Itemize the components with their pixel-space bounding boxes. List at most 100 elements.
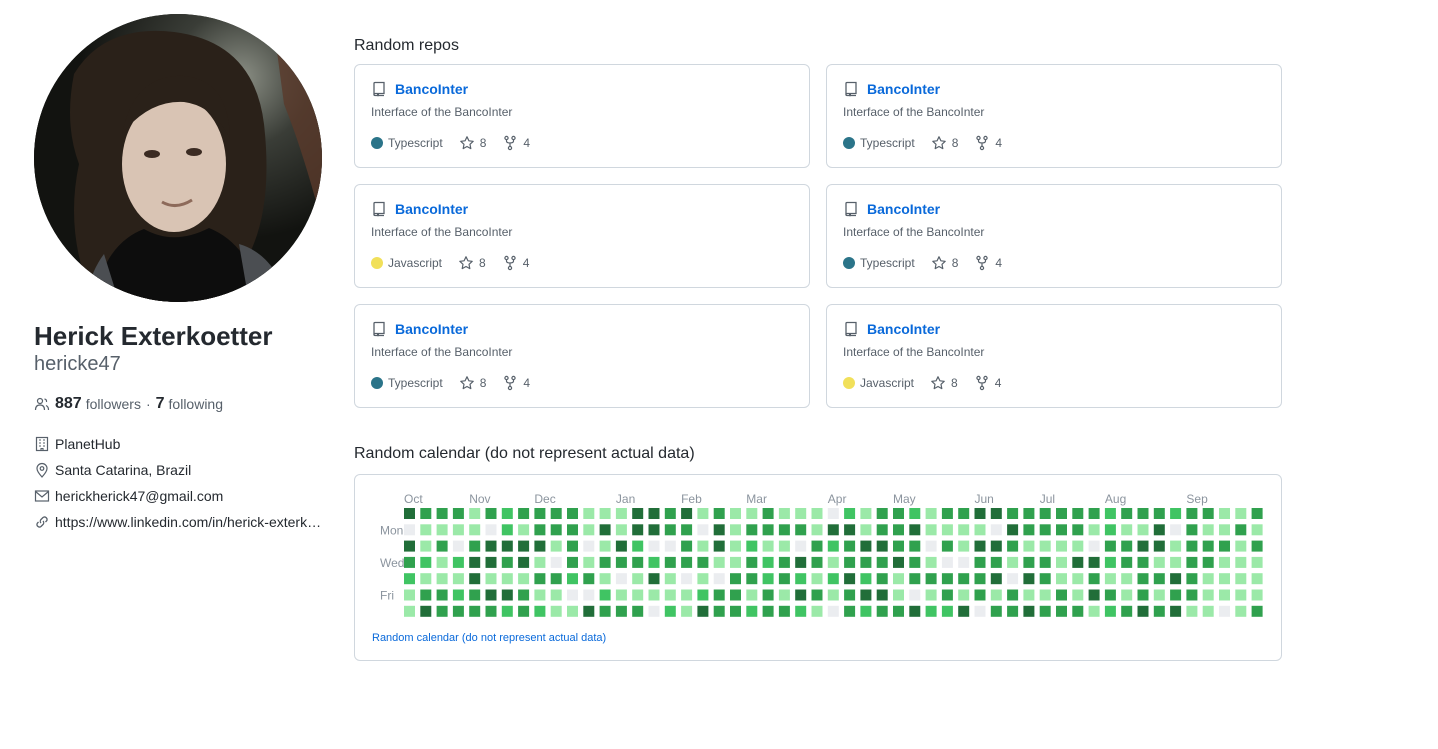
calendar-footer-link[interactable]: Random calendar (do not represent actual… — [372, 632, 606, 644]
calendar-day[interactable] — [713, 524, 725, 536]
calendar-day[interactable] — [664, 605, 676, 617]
calendar-day[interactable] — [404, 605, 415, 617]
calendar-day[interactable] — [664, 589, 676, 601]
calendar-day[interactable] — [452, 508, 464, 519]
calendar-day[interactable] — [1202, 524, 1214, 536]
calendar-day[interactable] — [746, 524, 758, 536]
calendar-day[interactable] — [648, 556, 660, 568]
calendar-day[interactable] — [452, 540, 464, 552]
calendar-day[interactable] — [1170, 540, 1182, 552]
calendar-day[interactable] — [1153, 605, 1165, 617]
calendar-day[interactable] — [501, 508, 513, 519]
calendar-day[interactable] — [974, 508, 986, 519]
calendar-day[interactable] — [420, 556, 432, 568]
calendar-day[interactable] — [941, 556, 953, 568]
calendar-day[interactable] — [925, 556, 937, 568]
calendar-day[interactable] — [909, 589, 921, 601]
calendar-day[interactable] — [1170, 556, 1182, 568]
calendar-day[interactable] — [860, 573, 872, 585]
calendar-day[interactable] — [436, 508, 448, 519]
calendar-day[interactable] — [1186, 573, 1198, 585]
calendar-day[interactable] — [1202, 540, 1214, 552]
calendar-day[interactable] — [1153, 508, 1165, 519]
calendar-day[interactable] — [893, 589, 904, 601]
calendar-day[interactable] — [974, 589, 986, 601]
calendar-day[interactable] — [681, 605, 693, 617]
calendar-day[interactable] — [404, 524, 415, 536]
calendar-day[interactable] — [485, 508, 497, 519]
calendar-day[interactable] — [1153, 573, 1165, 585]
calendar-day[interactable] — [648, 589, 660, 601]
calendar-day[interactable] — [1072, 589, 1084, 601]
calendar-day[interactable] — [713, 589, 725, 601]
calendar-day[interactable] — [990, 556, 1002, 568]
repo-card[interactable]: BancoInter Interface of the BancoInter T… — [354, 304, 810, 408]
calendar-day[interactable] — [681, 540, 693, 552]
calendar-day[interactable] — [485, 589, 497, 601]
calendar-day[interactable] — [599, 540, 611, 552]
repo-name-link[interactable]: BancoInter — [395, 321, 468, 337]
calendar-day[interactable] — [518, 589, 530, 601]
calendar-day[interactable] — [485, 524, 497, 536]
calendar-day[interactable] — [730, 524, 741, 536]
calendar-day[interactable] — [925, 508, 937, 519]
calendar-day[interactable] — [1039, 540, 1051, 552]
calendar-day[interactable] — [1137, 524, 1149, 536]
calendar-day[interactable] — [452, 573, 464, 585]
calendar-day[interactable] — [958, 524, 970, 536]
calendar-day[interactable] — [452, 556, 464, 568]
calendar-day[interactable] — [730, 589, 741, 601]
calendar-day[interactable] — [1072, 605, 1084, 617]
calendar-day[interactable] — [1104, 605, 1116, 617]
calendar-day[interactable] — [681, 573, 693, 585]
calendar-day[interactable] — [1056, 524, 1067, 536]
repo-name-link[interactable]: BancoInter — [867, 321, 940, 337]
following-count[interactable]: 7 — [156, 395, 165, 413]
calendar-day[interactable] — [1137, 605, 1149, 617]
calendar-day[interactable] — [795, 540, 807, 552]
calendar-day[interactable] — [1219, 524, 1230, 536]
calendar-day[interactable] — [567, 605, 578, 617]
calendar-day[interactable] — [1186, 540, 1198, 552]
calendar-day[interactable] — [534, 540, 546, 552]
calendar-day[interactable] — [713, 605, 725, 617]
calendar-day[interactable] — [860, 508, 872, 519]
calendar-day[interactable] — [746, 573, 758, 585]
calendar-day[interactable] — [795, 556, 807, 568]
calendar-day[interactable] — [1202, 605, 1214, 617]
calendar-day[interactable] — [1153, 556, 1165, 568]
calendar-day[interactable] — [501, 589, 513, 601]
calendar-day[interactable] — [1088, 573, 1100, 585]
calendar-day[interactable] — [1007, 524, 1019, 536]
calendar-day[interactable] — [501, 556, 513, 568]
calendar-day[interactable] — [436, 556, 448, 568]
calendar-day[interactable] — [1088, 540, 1100, 552]
calendar-day[interactable] — [583, 589, 595, 601]
calendar-day[interactable] — [730, 556, 741, 568]
calendar-day[interactable] — [550, 524, 562, 536]
calendar-day[interactable] — [1251, 556, 1263, 568]
repo-stars[interactable]: 8 — [459, 375, 486, 391]
followers-count[interactable]: 887 — [55, 395, 82, 413]
calendar-day[interactable] — [1088, 524, 1100, 536]
calendar-day[interactable] — [746, 508, 758, 519]
calendar-day[interactable] — [599, 573, 611, 585]
calendar-day[interactable] — [1235, 605, 1247, 617]
calendar-day[interactable] — [615, 573, 627, 585]
calendar-day[interactable] — [420, 524, 432, 536]
calendar-day[interactable] — [974, 573, 986, 585]
calendar-day[interactable] — [1202, 508, 1214, 519]
calendar-day[interactable] — [1104, 540, 1116, 552]
calendar-day[interactable] — [827, 540, 839, 552]
calendar-day[interactable] — [1088, 605, 1100, 617]
calendar-day[interactable] — [583, 605, 595, 617]
calendar-day[interactable] — [1251, 540, 1263, 552]
calendar-day[interactable] — [567, 508, 578, 519]
calendar-day[interactable] — [583, 508, 595, 519]
calendar-day[interactable] — [1023, 524, 1035, 536]
calendar-day[interactable] — [713, 573, 725, 585]
repo-stars[interactable]: 8 — [458, 255, 486, 271]
calendar-day[interactable] — [860, 524, 872, 536]
calendar-day[interactable] — [567, 573, 578, 585]
calendar-day[interactable] — [681, 508, 693, 519]
